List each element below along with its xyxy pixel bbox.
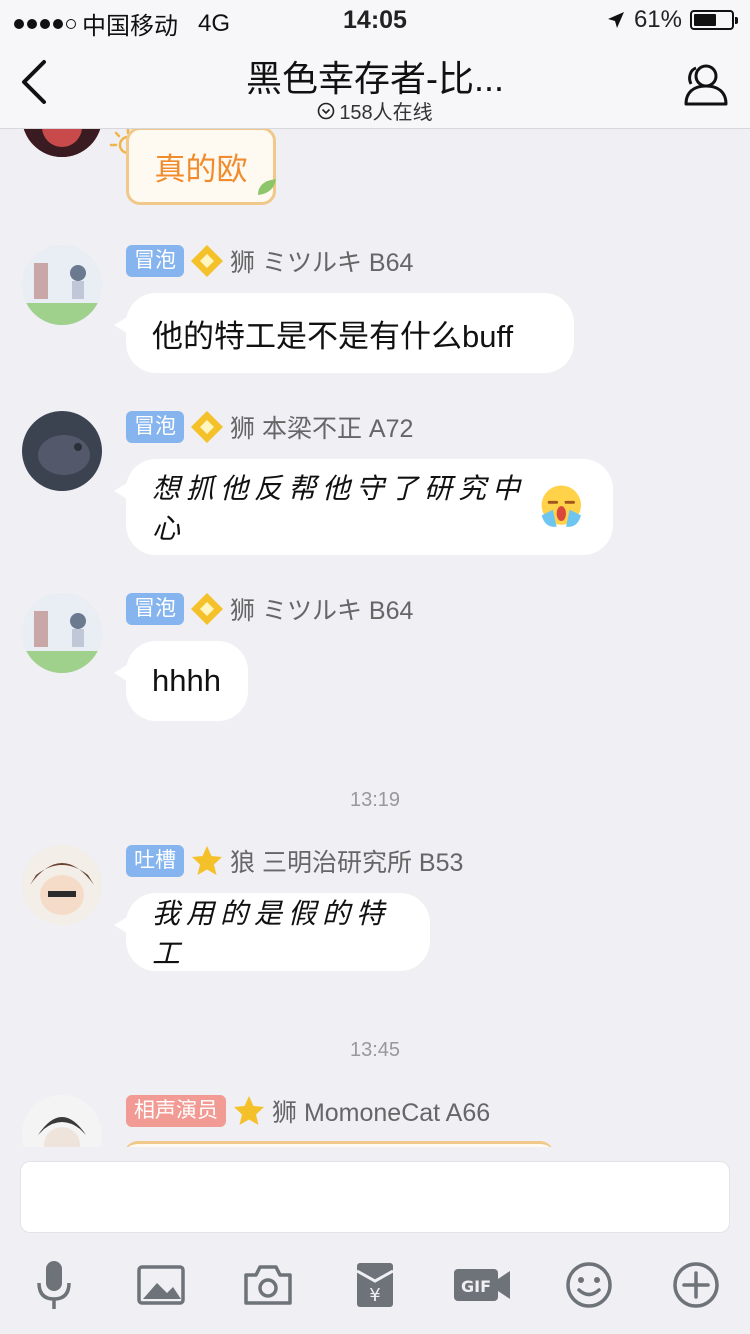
avatar[interactable] bbox=[22, 411, 102, 491]
star-badge-icon bbox=[234, 1096, 264, 1125]
user-name[interactable]: 狮 MomoneCat A66 bbox=[272, 1093, 490, 1129]
message-header: 冒泡 狮 ミツルキ B64 bbox=[126, 592, 413, 626]
chevron-circle-icon bbox=[318, 102, 335, 119]
timestamp: 13:45 bbox=[349, 1039, 401, 1061]
page-title: 黑色幸存者-比... bbox=[246, 58, 504, 99]
message-text: hhhh bbox=[152, 663, 221, 698]
leaf-sticker-icon bbox=[258, 179, 276, 195]
user-tag: 冒泡 bbox=[126, 411, 184, 443]
status-bar: 中国移动 4G 14:05 61% bbox=[0, 0, 750, 40]
emoji-icon[interactable] bbox=[561, 1257, 617, 1313]
message-text: 想抓他反帮他守了研究中心 bbox=[152, 472, 527, 545]
status-right: 61% bbox=[606, 6, 738, 34]
nav-bar: 黑色幸存者-比... 158人在线 bbox=[0, 40, 750, 129]
user-name[interactable]: 狼 三明治研究所 B53 bbox=[230, 843, 463, 879]
timestamp: 13:19 bbox=[349, 789, 401, 811]
user-name[interactable]: 狮 ミツルキ B64 bbox=[230, 243, 413, 279]
avatar[interactable] bbox=[22, 245, 102, 325]
red-packet-icon[interactable]: ¥ bbox=[347, 1257, 403, 1313]
user-tag: 吐槽 bbox=[126, 845, 184, 877]
avatar[interactable] bbox=[22, 845, 102, 925]
message-text: 真的欧 bbox=[154, 151, 248, 187]
gif-icon[interactable]: GIF bbox=[452, 1257, 512, 1313]
battery-percent: 61% bbox=[633, 6, 682, 33]
avatar[interactable] bbox=[22, 593, 102, 673]
user-tag: 冒泡 bbox=[126, 245, 184, 277]
message-header: 冒泡 狮 本梁不正 A72 bbox=[126, 410, 413, 444]
message-text: 他的特工是不是有什么buff bbox=[152, 318, 514, 354]
input-toolbar: ¥ GIF bbox=[0, 1257, 750, 1317]
message-bubble[interactable]: 他的特工是不是有什么buff bbox=[114, 293, 574, 373]
chat-list[interactable]: 真的欧 冒泡 狮 ミツルキ B64 他的特工是不是有什么buff 冒泡 狮 本梁… bbox=[0, 129, 750, 1147]
input-area: ¥ GIF bbox=[0, 1147, 750, 1334]
online-count-text: 158人在线 bbox=[339, 102, 433, 124]
message-bubble[interactable]: hhhh bbox=[114, 641, 248, 721]
user-tag: 冒泡 bbox=[126, 593, 184, 625]
avatar[interactable] bbox=[22, 1095, 102, 1147]
message-bubble[interactable]: 想抓他反帮他守了研究中心 bbox=[114, 459, 613, 555]
user-name[interactable]: 狮 本梁不正 A72 bbox=[230, 409, 413, 445]
image-icon[interactable] bbox=[133, 1257, 189, 1313]
svg-text:GIF: GIF bbox=[461, 1277, 491, 1296]
crying-emoji-icon bbox=[542, 485, 582, 527]
star-badge-icon bbox=[192, 846, 222, 875]
message-header: 冒泡 狮 ミツルキ B64 bbox=[126, 244, 413, 278]
plus-icon[interactable] bbox=[668, 1257, 724, 1313]
message-input[interactable] bbox=[20, 1161, 730, 1233]
user-tag: 相声演员 bbox=[126, 1095, 226, 1127]
message-header: 吐槽 狼 三明治研究所 B53 bbox=[126, 844, 463, 878]
camera-icon[interactable] bbox=[240, 1257, 296, 1313]
message-text: 我用的是假的特工 bbox=[152, 897, 391, 970]
diamond-badge-icon bbox=[191, 593, 223, 625]
diamond-badge-icon bbox=[191, 411, 223, 443]
svg-text:¥: ¥ bbox=[369, 1285, 380, 1306]
message-bubble[interactable]: 我用的是假的特工 bbox=[114, 893, 430, 971]
diamond-badge-icon bbox=[191, 245, 223, 277]
user-name[interactable]: 狮 ミツルキ B64 bbox=[230, 591, 413, 627]
message-header: 相声演员 狮 MomoneCat A66 bbox=[126, 1094, 490, 1128]
avatar[interactable] bbox=[22, 129, 102, 157]
mic-icon[interactable] bbox=[26, 1257, 82, 1313]
online-count: 158人在线 bbox=[0, 96, 750, 125]
battery-icon bbox=[690, 10, 738, 30]
location-arrow-icon bbox=[607, 12, 624, 28]
battery-fill bbox=[694, 14, 716, 26]
group-members-icon[interactable] bbox=[678, 58, 732, 112]
